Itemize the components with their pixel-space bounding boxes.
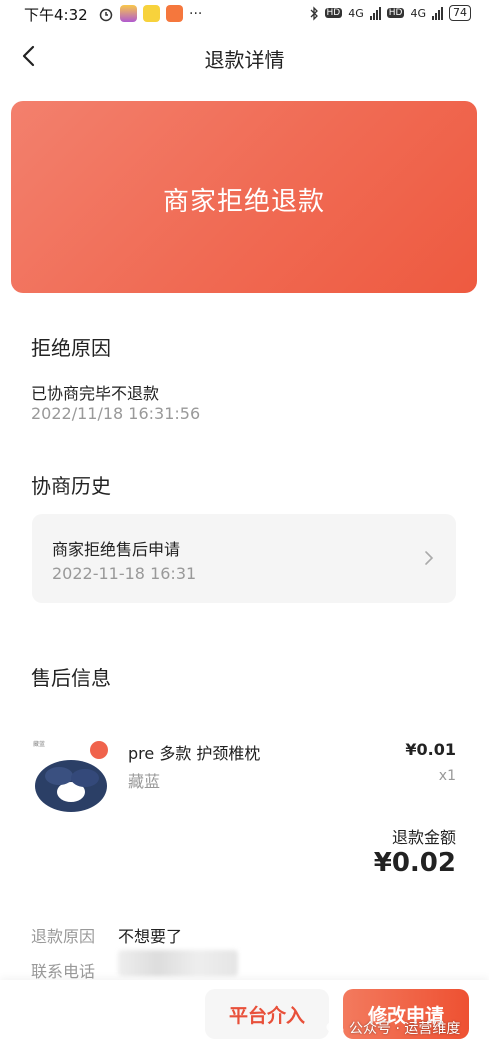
app-notification-icon-3 <box>166 5 183 22</box>
refund-amount-label: 退款金额 <box>391 828 456 847</box>
status-notification-icons: ··· <box>98 5 202 22</box>
history-item[interactable]: 商家拒绝售后申请 2022-11-18 16:31 <box>32 514 456 603</box>
page-title: 退款详情 <box>204 48 285 72</box>
product-quantity: x1 <box>438 768 456 784</box>
history-item-time: 2022-11-18 16:31 <box>52 564 197 583</box>
bluetooth-icon <box>310 5 318 21</box>
contact-phone-label: 联系电话 <box>31 962 96 981</box>
history-title: 协商历史 <box>31 474 111 498</box>
contact-phone-value-blurred <box>118 950 238 976</box>
refund-status-banner: 商家拒绝退款 <box>11 101 477 293</box>
refund-amount: ¥0.02 <box>373 848 456 878</box>
network-type-1: 4G <box>348 6 364 20</box>
product-spec: 藏蓝 <box>128 772 161 791</box>
refund-reason-value: 不想要了 <box>118 927 183 946</box>
reject-reason-title: 拒绝原因 <box>31 336 111 360</box>
status-time: 下午4:32 <box>24 6 88 24</box>
reject-reason-text: 已协商完毕不退款 <box>31 384 160 403</box>
refund-reason-label: 退款原因 <box>31 927 96 946</box>
status-right-icons: HD 4G HD 4G 74 <box>309 5 471 21</box>
nav-bar: 退款详情 <box>0 28 489 86</box>
app-notification-icon-1 <box>120 5 137 22</box>
aftersale-title: 售后信息 <box>31 666 111 690</box>
svg-text:藏蓝: 藏蓝 <box>33 740 45 748</box>
watermark-text: 公众号 · 运营维度 <box>349 1021 461 1037</box>
hd-icon-2: HD <box>386 8 405 18</box>
battery-indicator: 74 <box>449 5 471 21</box>
app-notification-icon-2 <box>143 5 160 22</box>
more-notifications-icon: ··· <box>189 5 203 22</box>
chevron-right-icon <box>425 551 434 565</box>
refund-status-text: 商家拒绝退款 <box>162 187 325 217</box>
product-price: ¥0.01 <box>405 740 456 759</box>
wechat-icon <box>326 1021 344 1034</box>
hd-icon: HD <box>324 8 343 18</box>
product-name[interactable]: pre 多款 护颈椎枕 <box>128 740 260 764</box>
platform-intervene-button[interactable]: 平台介入 <box>205 989 329 1039</box>
alarm-icon <box>99 8 113 21</box>
history-item-title: 商家拒绝售后申请 <box>52 540 181 559</box>
network-type-2: 4G <box>410 6 426 20</box>
product-image[interactable]: 藏蓝 <box>31 738 113 820</box>
signal-icon <box>369 6 381 20</box>
status-bar: 下午4:32 ··· HD 4G HD 4G 74 <box>0 0 489 28</box>
signal-icon-2 <box>432 6 443 20</box>
reject-reason-time: 2022/11/18 16:31:56 <box>31 404 201 423</box>
watermark: 公众号 · 运营维度 <box>326 1018 460 1038</box>
